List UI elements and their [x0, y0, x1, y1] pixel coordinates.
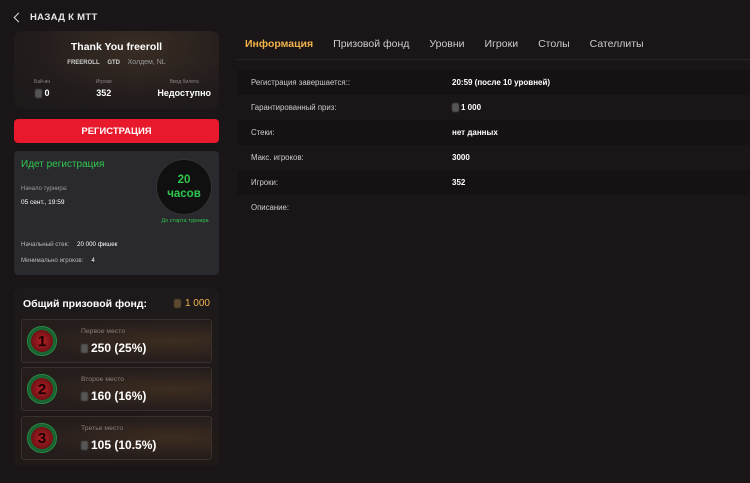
currency-icon — [173, 299, 181, 308]
tag-gtd: GTD — [107, 60, 120, 66]
register-button[interactable]: РЕГИСТРАЦИЯ — [14, 119, 219, 143]
info-table: Регистрация завершается:: 20:59 (после 1… — [237, 70, 750, 220]
tab-players[interactable]: Игроки — [485, 38, 519, 56]
stat-ticket: Ввод билета Недоступно — [157, 79, 211, 98]
game-type: Холдем, NL — [127, 59, 166, 66]
tab-satellites[interactable]: Сателлиты — [590, 38, 644, 56]
start-value: 05 сент., 19:59 — [21, 199, 65, 206]
medal-3-icon: 3 — [27, 423, 57, 453]
info-row: Игроки: 352 — [237, 170, 750, 195]
stat-players: Игроки 352 — [95, 79, 112, 98]
min-players: Минимально игроков: 4 — [21, 257, 95, 264]
medal-1-icon: 1 — [27, 326, 57, 356]
prize-pool-panel: Общий призовой фонд: 1 000 1 Первое мест… — [14, 288, 219, 466]
currency-icon — [452, 103, 459, 112]
back-to-mtt-link[interactable]: НАЗАД К МТТ — [12, 8, 98, 26]
info-row: Стеки: нет данных — [237, 120, 750, 145]
info-row: Гарантированный приз: 1 000 — [251, 103, 482, 112]
currency-icon — [81, 391, 88, 401]
tag-freeroll: FREEROLL — [67, 60, 100, 66]
tournament-title: Thank You freeroll — [70, 41, 163, 53]
tournament-tabs: Информация Призовой фонд Уровни Игроки С… — [245, 38, 664, 56]
tab-tables[interactable]: Столы — [538, 38, 570, 56]
tournament-tags: FREEROLL GTD Холдем, NL — [14, 59, 219, 66]
currency-icon — [81, 343, 88, 353]
stat-buyin: Бай-ин 0 — [34, 79, 51, 98]
registration-status: Идет регистрация — [21, 159, 105, 170]
medal-2-icon: 2 — [27, 374, 57, 404]
prize-pool-title: Общий призовой фонд: — [23, 298, 147, 310]
tab-prize-pool[interactable]: Призовой фонд — [333, 38, 409, 56]
tournament-card: Thank You freeroll FREEROLL GTD Холдем, … — [14, 31, 219, 109]
start-label: Начало турнира: — [21, 186, 68, 192]
prize-place-3: 3 Третье место 105 (10.5%) — [21, 416, 212, 460]
timer-caption: До старта турнира — [161, 218, 209, 224]
prize-place-2: 2 Второе место 160 (16%) — [21, 367, 212, 411]
countdown-timer: 20 часов — [156, 159, 212, 215]
tab-levels[interactable]: Уровни — [429, 38, 464, 56]
timer-unit: часов — [167, 188, 201, 200]
info-row: Регистрация завершается:: 20:59 (после 1… — [237, 70, 750, 95]
chevron-left-icon — [13, 12, 24, 22]
prize-place-1: 1 Первое место 250 (25%) — [21, 319, 212, 363]
starting-stack: Начальный стек: 20 000 фишек — [21, 241, 118, 248]
back-label: НАЗАД К МТТ — [30, 11, 98, 23]
prize-pool-total: 1 000 — [173, 298, 210, 309]
tabs-divider — [237, 59, 750, 60]
timer-value: 20 — [177, 174, 191, 186]
info-row: Макс. игроков: 3000 — [251, 153, 470, 162]
registration-panel: Идет регистрация Начало турнира: 05 сент… — [14, 151, 219, 275]
info-row: Описание: — [251, 203, 290, 212]
tab-info[interactable]: Информация — [245, 38, 313, 56]
currency-icon — [81, 440, 88, 450]
currency-icon — [34, 88, 42, 98]
